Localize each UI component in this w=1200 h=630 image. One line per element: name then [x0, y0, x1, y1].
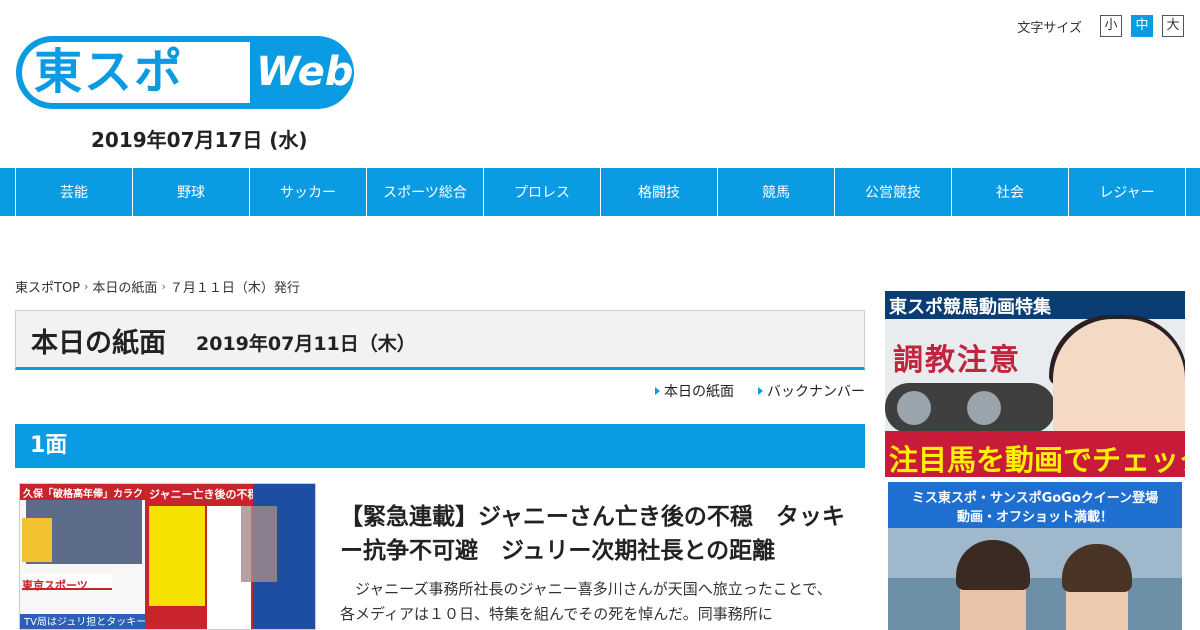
paper-masthead: 東京スポーツ [22, 574, 112, 592]
banner1-title-bar: 東スポ競馬動画特集 [885, 291, 1185, 319]
horse-racing-video-banner[interactable]: 東スポ競馬動画特集 調教注意 注目馬を動画でチェック！ [885, 291, 1185, 477]
breadcrumb-top[interactable]: 東スポTOP [15, 277, 80, 296]
paper-left-column: 久保「破格高年俸」カラクリ 東京スポーツ TV局はジュリ担とタッキー担を配置 [20, 484, 187, 629]
paper-right-top-text: ジャニー亡き後の不穏 [149, 488, 259, 501]
breadcrumb-current: ７月１１日（木）発行 [169, 281, 300, 296]
nav-item-baseball[interactable]: 野球 [132, 168, 249, 216]
triangle-right-icon [758, 387, 763, 395]
banner2-city-background [888, 528, 1182, 578]
banner1-cta-band: 注目馬を動画でチェック！ [885, 431, 1185, 477]
nav-item-soccer[interactable]: サッカー [249, 168, 366, 216]
link-back-number[interactable]: バックナンバー [758, 381, 865, 401]
font-size-control: 文字サイズ 小 中 大 [1017, 15, 1184, 37]
banner2-line2: 動画・オフショット満載！ [956, 510, 1113, 525]
paper-bottom-band: TV局はジュリ担とタッキー担を配置 [20, 614, 187, 629]
font-size-small-button[interactable]: 小 [1100, 15, 1122, 37]
nav-item-public-racing[interactable]: 公営競技 [834, 168, 951, 216]
paper-right-yellow [149, 506, 205, 606]
nav-item-sports-general[interactable]: スポーツ総合 [366, 168, 483, 216]
article-title[interactable]: 【緊急連載】ジャニーさん亡き後の不穏 タッキー抗争不可避 ジュリー次期社長との距… [340, 500, 845, 568]
page: 東スポ Web 2019年07月17日 (水) 文字サイズ 小 中 大 芸能 野… [0, 0, 1200, 630]
header-date: 2019年07月17日 (水) [91, 128, 308, 152]
gogo-queen-banner[interactable]: ミス東スポ・サンスポGoGoクイーン登場 動画・オフショット満載！ [888, 482, 1182, 630]
binocular-lens [967, 391, 1001, 425]
link-back-number-label: バックナンバー [767, 384, 865, 400]
triangle-right-icon [655, 387, 660, 395]
nav-item-society[interactable]: 社会 [951, 168, 1068, 216]
font-size-large-button[interactable]: 大 [1162, 15, 1184, 37]
banner1-person [1053, 319, 1185, 439]
paper-bottom-text: TV局はジュリ担とタッキー担を配置 [24, 617, 187, 628]
main-nav: 芸能 野球 サッカー スポーツ総合 プロレス 格闘技 競馬 公営競技 社会 レジ… [0, 168, 1200, 216]
paper-top-text: 久保「破格高年俸」カラクリ [23, 489, 153, 500]
logo-text-jp: 東スポ [34, 44, 185, 100]
banner2-water-background [888, 578, 1182, 630]
breadcrumb-todays-paper[interactable]: 本日の紙面 [92, 277, 157, 296]
font-size-label: 文字サイズ [1017, 20, 1082, 36]
paper-headline-band: 久保「破格高年俸」カラクリ [20, 484, 153, 500]
breadcrumb: 東スポTOP › 本日の紙面 › ７月１１日（木）発行 [15, 277, 300, 296]
page-title: 本日の紙面 [31, 328, 166, 359]
banner1-title: 東スポ競馬動画特集 [889, 297, 1051, 318]
nav-item-horse-racing[interactable]: 競馬 [717, 168, 834, 216]
nav-item-leisure[interactable]: レジャー [1068, 168, 1185, 216]
banner2-header: ミス東スポ・サンスポGoGoクイーン登場 動画・オフショット満載！ [888, 482, 1182, 528]
page-title-box: 本日の紙面 2019年07月11日（木） [15, 310, 865, 370]
banner1-overlay-text: 調教注意 [893, 343, 1021, 378]
site-logo[interactable]: 東スポ Web [16, 36, 354, 109]
link-todays-paper-label: 本日の紙面 [664, 384, 734, 400]
font-size-medium-button[interactable]: 中 [1131, 15, 1153, 37]
nav-item-geinou[interactable]: 芸能 [15, 168, 132, 216]
nav-item-pro-wrestling[interactable]: プロレス [483, 168, 600, 216]
paper-blurred-photo [241, 506, 277, 582]
banner2-line1: ミス東スポ・サンスポGoGoクイーン登場 [911, 491, 1159, 506]
paper-right-column: ジャニー亡き後の不穏 [145, 484, 315, 629]
chevron-right-icon: › [84, 280, 89, 293]
newspaper-front-page-image[interactable]: 久保「破格高年俸」カラクリ 東京スポーツ TV局はジュリ担とタッキー担を配置 ジ… [19, 483, 316, 630]
banner1-cta: 注目馬を動画でチェック！ [889, 443, 1185, 477]
section-header: 1面 [15, 424, 865, 468]
logo-text-web: Web [256, 49, 354, 95]
chevron-right-icon: › [161, 280, 166, 293]
article-body: ジャニーズ事務所社長のジャニー喜多川さんが天国へ旅立ったことで、各メディアは１０… [340, 580, 832, 623]
nav-divider [1185, 168, 1186, 216]
nav-item-martial-arts[interactable]: 格闘技 [600, 168, 717, 216]
link-todays-paper[interactable]: 本日の紙面 [655, 381, 734, 401]
paper-yellow-block [22, 518, 52, 562]
paper-masthead-text: 東京スポーツ [22, 579, 88, 592]
page-title-date: 2019年07月11日（木） [196, 333, 416, 355]
binocular-lens [897, 391, 931, 425]
sub-links: 本日の紙面 バックナンバー [631, 381, 865, 401]
